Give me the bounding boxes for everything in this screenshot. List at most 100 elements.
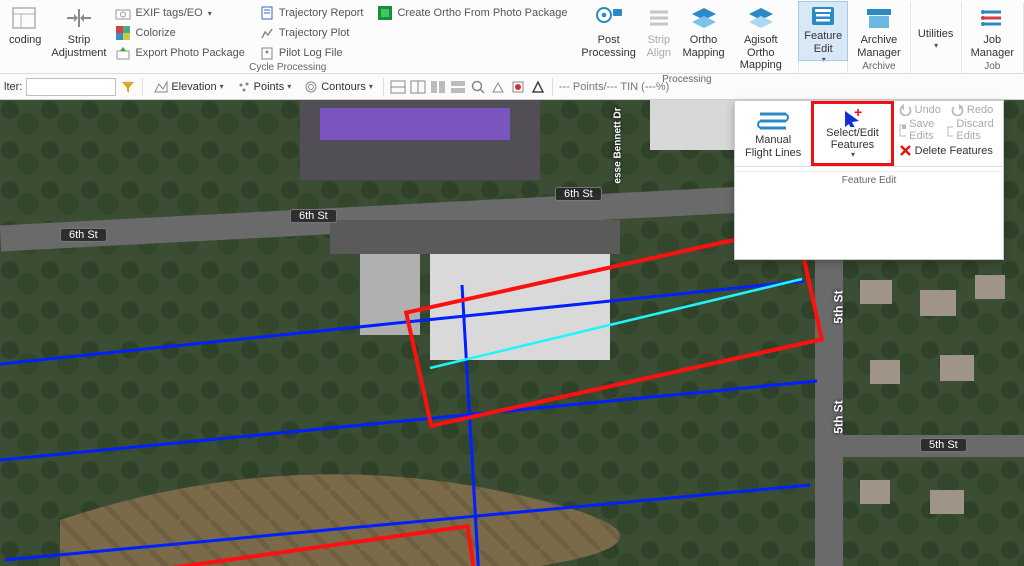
group-label: Cycle Processing	[249, 62, 326, 75]
delete-features-button[interactable]: Delete Features	[899, 144, 998, 157]
label: Colorize	[135, 27, 175, 39]
tool-icon-2[interactable]	[410, 79, 426, 95]
strip-adjustment-icon	[63, 4, 95, 32]
tool-icon-6[interactable]	[490, 79, 506, 95]
filter-label: lter:	[4, 81, 22, 93]
label: Post Processing	[581, 34, 635, 59]
label: Select/Edit Features	[826, 127, 879, 151]
export-icon	[115, 45, 131, 61]
redo-button[interactable]: Redo	[951, 104, 993, 116]
group-label: Archive	[862, 61, 895, 74]
tool-icon-8[interactable]	[530, 79, 546, 95]
elevation-dropdown[interactable]: Elevation▾	[149, 77, 227, 97]
discard-edits-button[interactable]: Discard Edits	[946, 118, 998, 142]
label: Agisoft Ortho Mapping	[732, 34, 789, 72]
group-label: Job	[984, 61, 1000, 74]
coding-button[interactable]: coding	[4, 2, 46, 49]
map-canvas[interactable]: 6th St 6th St 6th St 5th St 5th St 5th S…	[0, 100, 1024, 566]
elevation-icon	[153, 79, 169, 95]
coding-icon	[9, 4, 41, 32]
tool-icon-1[interactable]	[390, 79, 406, 95]
label: Strip Align	[647, 34, 671, 59]
create-ortho-icon	[377, 5, 393, 21]
utilities-button[interactable]: Utilities ▾	[913, 2, 958, 52]
points-dropdown[interactable]: Points▾	[232, 77, 296, 97]
feature-edit-dropdown: Manual Flight Lines + Select/Edit Featur…	[734, 100, 1004, 260]
job-manager-icon	[976, 4, 1008, 32]
delete-icon	[899, 144, 912, 157]
ribbon-group-cycle: coding Strip Adjustment EXIF tags/EO▾ Co…	[0, 2, 575, 73]
status-text: --- Points/--- TIN (---%)	[559, 81, 669, 93]
label: Points	[254, 81, 285, 93]
points-icon	[236, 79, 252, 95]
label: Export Photo Package	[135, 47, 244, 59]
tool-icon-4[interactable]	[450, 79, 466, 95]
archive-icon	[863, 4, 895, 32]
ortho-mapping-button[interactable]: Ortho Mapping	[680, 2, 727, 61]
archive-manager-button[interactable]: Archive Manager	[852, 2, 905, 61]
tool-icon-5[interactable]	[470, 79, 486, 95]
label: Manual Flight Lines	[745, 134, 801, 158]
label: Trajectory Plot	[279, 27, 350, 39]
label: Ortho Mapping	[682, 34, 724, 59]
post-processing-button[interactable]: Post Processing	[579, 2, 637, 61]
ribbon-group-processing: Post Processing Strip Align Ortho Mappin…	[575, 2, 799, 73]
undo-icon	[899, 104, 912, 116]
undo-button[interactable]: Undo	[899, 104, 941, 116]
feature-edit-icon	[807, 4, 839, 28]
strip-align-icon	[643, 4, 675, 32]
contours-dropdown[interactable]: Contours▾	[299, 77, 377, 97]
label: Archive Manager	[857, 34, 900, 59]
label: Job Manager	[971, 34, 1014, 59]
pilot-log-icon	[259, 45, 275, 61]
label: Trajectory Report	[279, 7, 364, 19]
feature-edit-button[interactable]: Feature Edit▾	[799, 2, 847, 60]
label: Pilot Log File	[279, 47, 343, 59]
filter-funnel-icon[interactable]	[120, 79, 136, 95]
svg-text:+: +	[854, 107, 862, 120]
trajectory-report-button[interactable]: Trajectory Report	[255, 4, 368, 22]
chevron-down-icon: ▾	[822, 55, 826, 64]
label: Elevation	[171, 81, 216, 93]
manual-flight-lines-button[interactable]: Manual Flight Lines	[735, 101, 811, 166]
pilot-log-file-button[interactable]: Pilot Log File	[255, 44, 368, 62]
tool-icon-7[interactable]	[510, 79, 526, 95]
ribbon-group-job: Job Manager Job	[962, 2, 1024, 73]
label: coding	[9, 34, 41, 47]
ribbon-group-feature-edit: Feature Edit▾	[799, 2, 848, 73]
ribbon-group-archive: Archive Manager Archive	[848, 2, 910, 73]
ortho-icon	[688, 4, 720, 32]
label: Contours	[321, 81, 366, 93]
label: Strip Adjustment	[51, 34, 106, 59]
plot-icon	[259, 25, 275, 41]
cursor-icon: +	[837, 107, 867, 127]
post-processing-icon	[593, 4, 625, 32]
label: EXIF tags/EO	[135, 7, 202, 19]
colorize-icon	[115, 25, 131, 41]
create-ortho-button[interactable]: Create Ortho From Photo Package	[373, 4, 571, 22]
filter-input[interactable]	[26, 78, 116, 96]
save-edits-button[interactable]: Save Edits	[899, 118, 940, 142]
utilities-icon	[920, 4, 952, 26]
exif-tags-button[interactable]: EXIF tags/EO▾	[111, 4, 248, 22]
agisoft-ortho-button[interactable]: Agisoft Ortho Mapping	[727, 2, 794, 74]
strip-adjustment-button[interactable]: Strip Adjustment	[46, 2, 111, 61]
report-icon	[259, 5, 275, 21]
ribbon-group-utilities: Utilities ▾	[911, 2, 962, 73]
colorize-button[interactable]: Colorize	[111, 24, 248, 42]
select-edit-features-button[interactable]: + Select/Edit Features▾	[811, 101, 893, 166]
agisoft-icon	[745, 4, 777, 32]
redo-icon	[951, 104, 964, 116]
flight-lines-icon	[756, 108, 790, 134]
save-icon	[899, 124, 907, 137]
job-manager-button[interactable]: Job Manager	[966, 2, 1019, 61]
strip-align-button[interactable]: Strip Align	[638, 2, 680, 61]
label: Utilities	[918, 28, 953, 41]
exif-icon	[115, 5, 131, 21]
export-photo-package-button[interactable]: Export Photo Package	[111, 44, 248, 62]
tool-icon-3[interactable]	[430, 79, 446, 95]
ribbon-top: coding Strip Adjustment EXIF tags/EO▾ Co…	[0, 0, 1024, 74]
trajectory-plot-button[interactable]: Trajectory Plot	[255, 24, 368, 42]
group-label: Processing	[662, 74, 711, 87]
contours-icon	[303, 79, 319, 95]
